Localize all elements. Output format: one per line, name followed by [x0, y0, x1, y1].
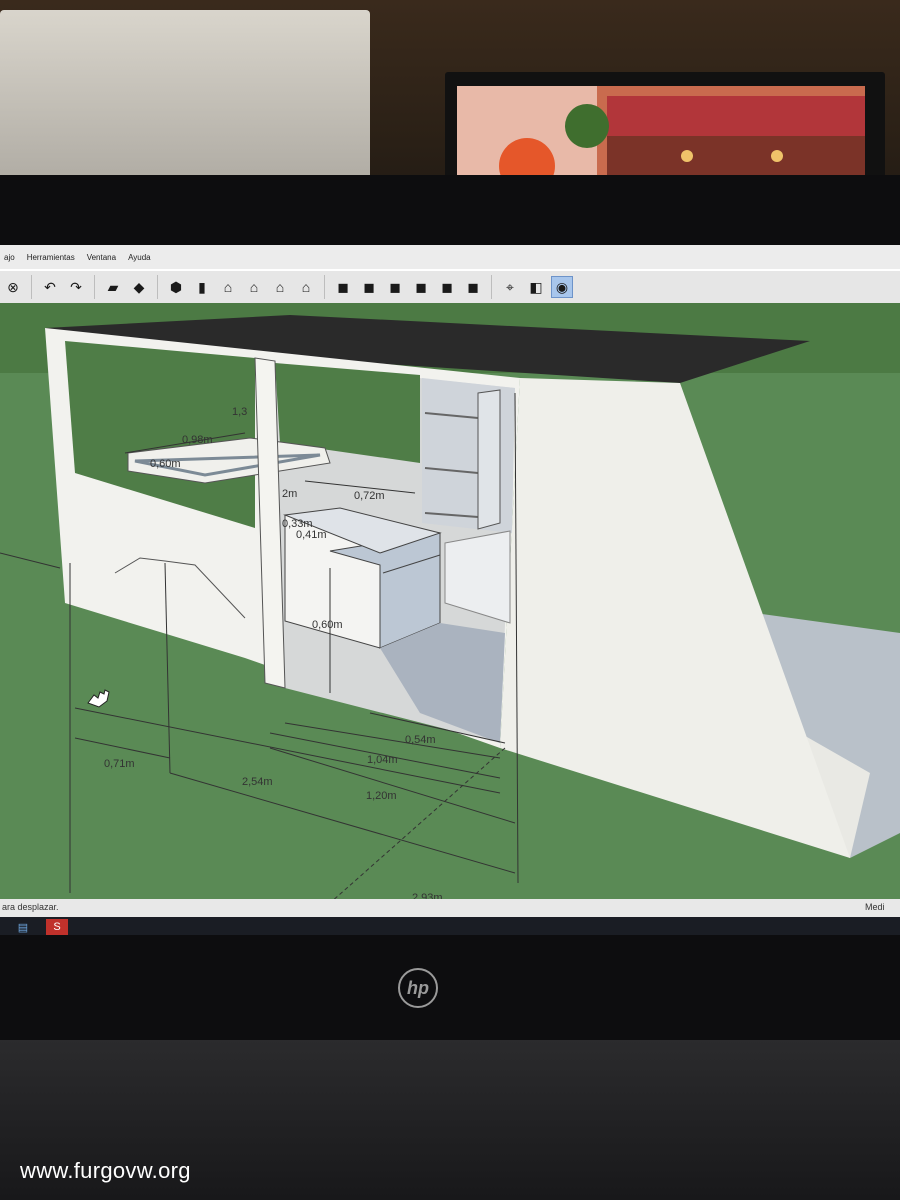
model-info-icon[interactable]: ▰	[102, 276, 124, 298]
van-model-drawing: 1,3 0,98m 0,60m 2m 0,72m 0,33m 0,41m 0,6…	[0, 303, 900, 913]
position-camera-icon[interactable]: ⌖	[499, 276, 521, 298]
tv-screen	[457, 86, 865, 186]
look-around-icon[interactable]: ◉	[551, 276, 573, 298]
background-tv	[445, 72, 885, 190]
wireframe-icon[interactable]: ◼	[358, 276, 380, 298]
menu-item-ventana[interactable]: Ventana	[87, 253, 116, 262]
dimension-label: 0,71m	[104, 758, 135, 770]
right-view-icon[interactable]: ⌂	[243, 276, 265, 298]
sketchup-icon[interactable]: S	[46, 919, 68, 935]
iso-view-icon[interactable]: ⬢	[165, 276, 187, 298]
menu-bar: ajo Herramientas Ventana Ayuda	[0, 245, 900, 269]
toolbar-separator	[324, 275, 325, 299]
xray-icon[interactable]: ◼	[332, 276, 354, 298]
measurements-label: Medi	[865, 902, 885, 912]
front-view-icon[interactable]: ⌂	[217, 276, 239, 298]
windows-explorer-icon[interactable]: ▤	[12, 919, 34, 935]
taskbar: ▤ S	[0, 917, 900, 935]
dimension-label: 2m	[282, 488, 297, 500]
textured-icon[interactable]: ◼	[436, 276, 458, 298]
redo-icon[interactable]: ↷	[65, 276, 87, 298]
model-viewport[interactable]: 1,3 0,98m 0,60m 2m 0,72m 0,33m 0,41m 0,6…	[0, 303, 900, 913]
eraser-icon[interactable]: ⊗	[2, 276, 24, 298]
dimension-label: 2,54m	[242, 776, 273, 788]
toolbar-separator	[31, 275, 32, 299]
menu-item-herramientas[interactable]: Herramientas	[27, 253, 75, 262]
dimension-label: 0,54m	[405, 734, 436, 746]
monochrome-icon[interactable]: ◼	[462, 276, 484, 298]
dimension-label: 0,60m	[150, 458, 181, 470]
status-bar: ara desplazar. Medi	[0, 899, 900, 917]
hidden-line-icon[interactable]: ◼	[384, 276, 406, 298]
watermark: www.furgovw.org	[20, 1158, 191, 1183]
toolbar-separator	[491, 275, 492, 299]
undo-icon[interactable]: ↶	[39, 276, 61, 298]
toolbar-separator	[94, 275, 95, 299]
dimension-label: 0,98m	[182, 434, 213, 446]
walk-icon[interactable]: ◧	[525, 276, 547, 298]
shelf-unit	[422, 378, 515, 533]
dimension-label: 1,04m	[367, 754, 398, 766]
hp-logo: hp	[398, 968, 438, 1008]
components-icon[interactable]: ◆	[128, 276, 150, 298]
menu-item-ayuda[interactable]: Ayuda	[128, 253, 151, 262]
dimension-label: 0,41m	[296, 529, 327, 541]
toolbar: ⊗ ↶ ↷ ▰ ◆ ⬢ ▮ ⌂ ⌂ ⌂ ⌂ ◼ ◼ ◼ ◼ ◼ ◼ ⌖ ◧ ◉	[0, 271, 900, 303]
menu-item-trabajo[interactable]: ajo	[4, 253, 15, 262]
shelf-side-panel	[477, 389, 501, 530]
dimension-label: 0,60m	[312, 619, 343, 631]
left-view-icon[interactable]: ⌂	[295, 276, 317, 298]
shaded-icon[interactable]: ◼	[410, 276, 432, 298]
top-view-icon[interactable]: ▮	[191, 276, 213, 298]
back-view-icon[interactable]: ⌂	[269, 276, 291, 298]
status-hint: ara desplazar.	[2, 902, 59, 912]
sketchup-window: ajo Herramientas Ventana Ayuda ⊗ ↶ ↷ ▰ ◆…	[0, 245, 900, 935]
dimension-label: 1,3	[232, 406, 247, 418]
dimension-label: 0,72m	[354, 490, 385, 502]
toolbar-separator	[157, 275, 158, 299]
dimension-label: 1,20m	[366, 790, 397, 802]
